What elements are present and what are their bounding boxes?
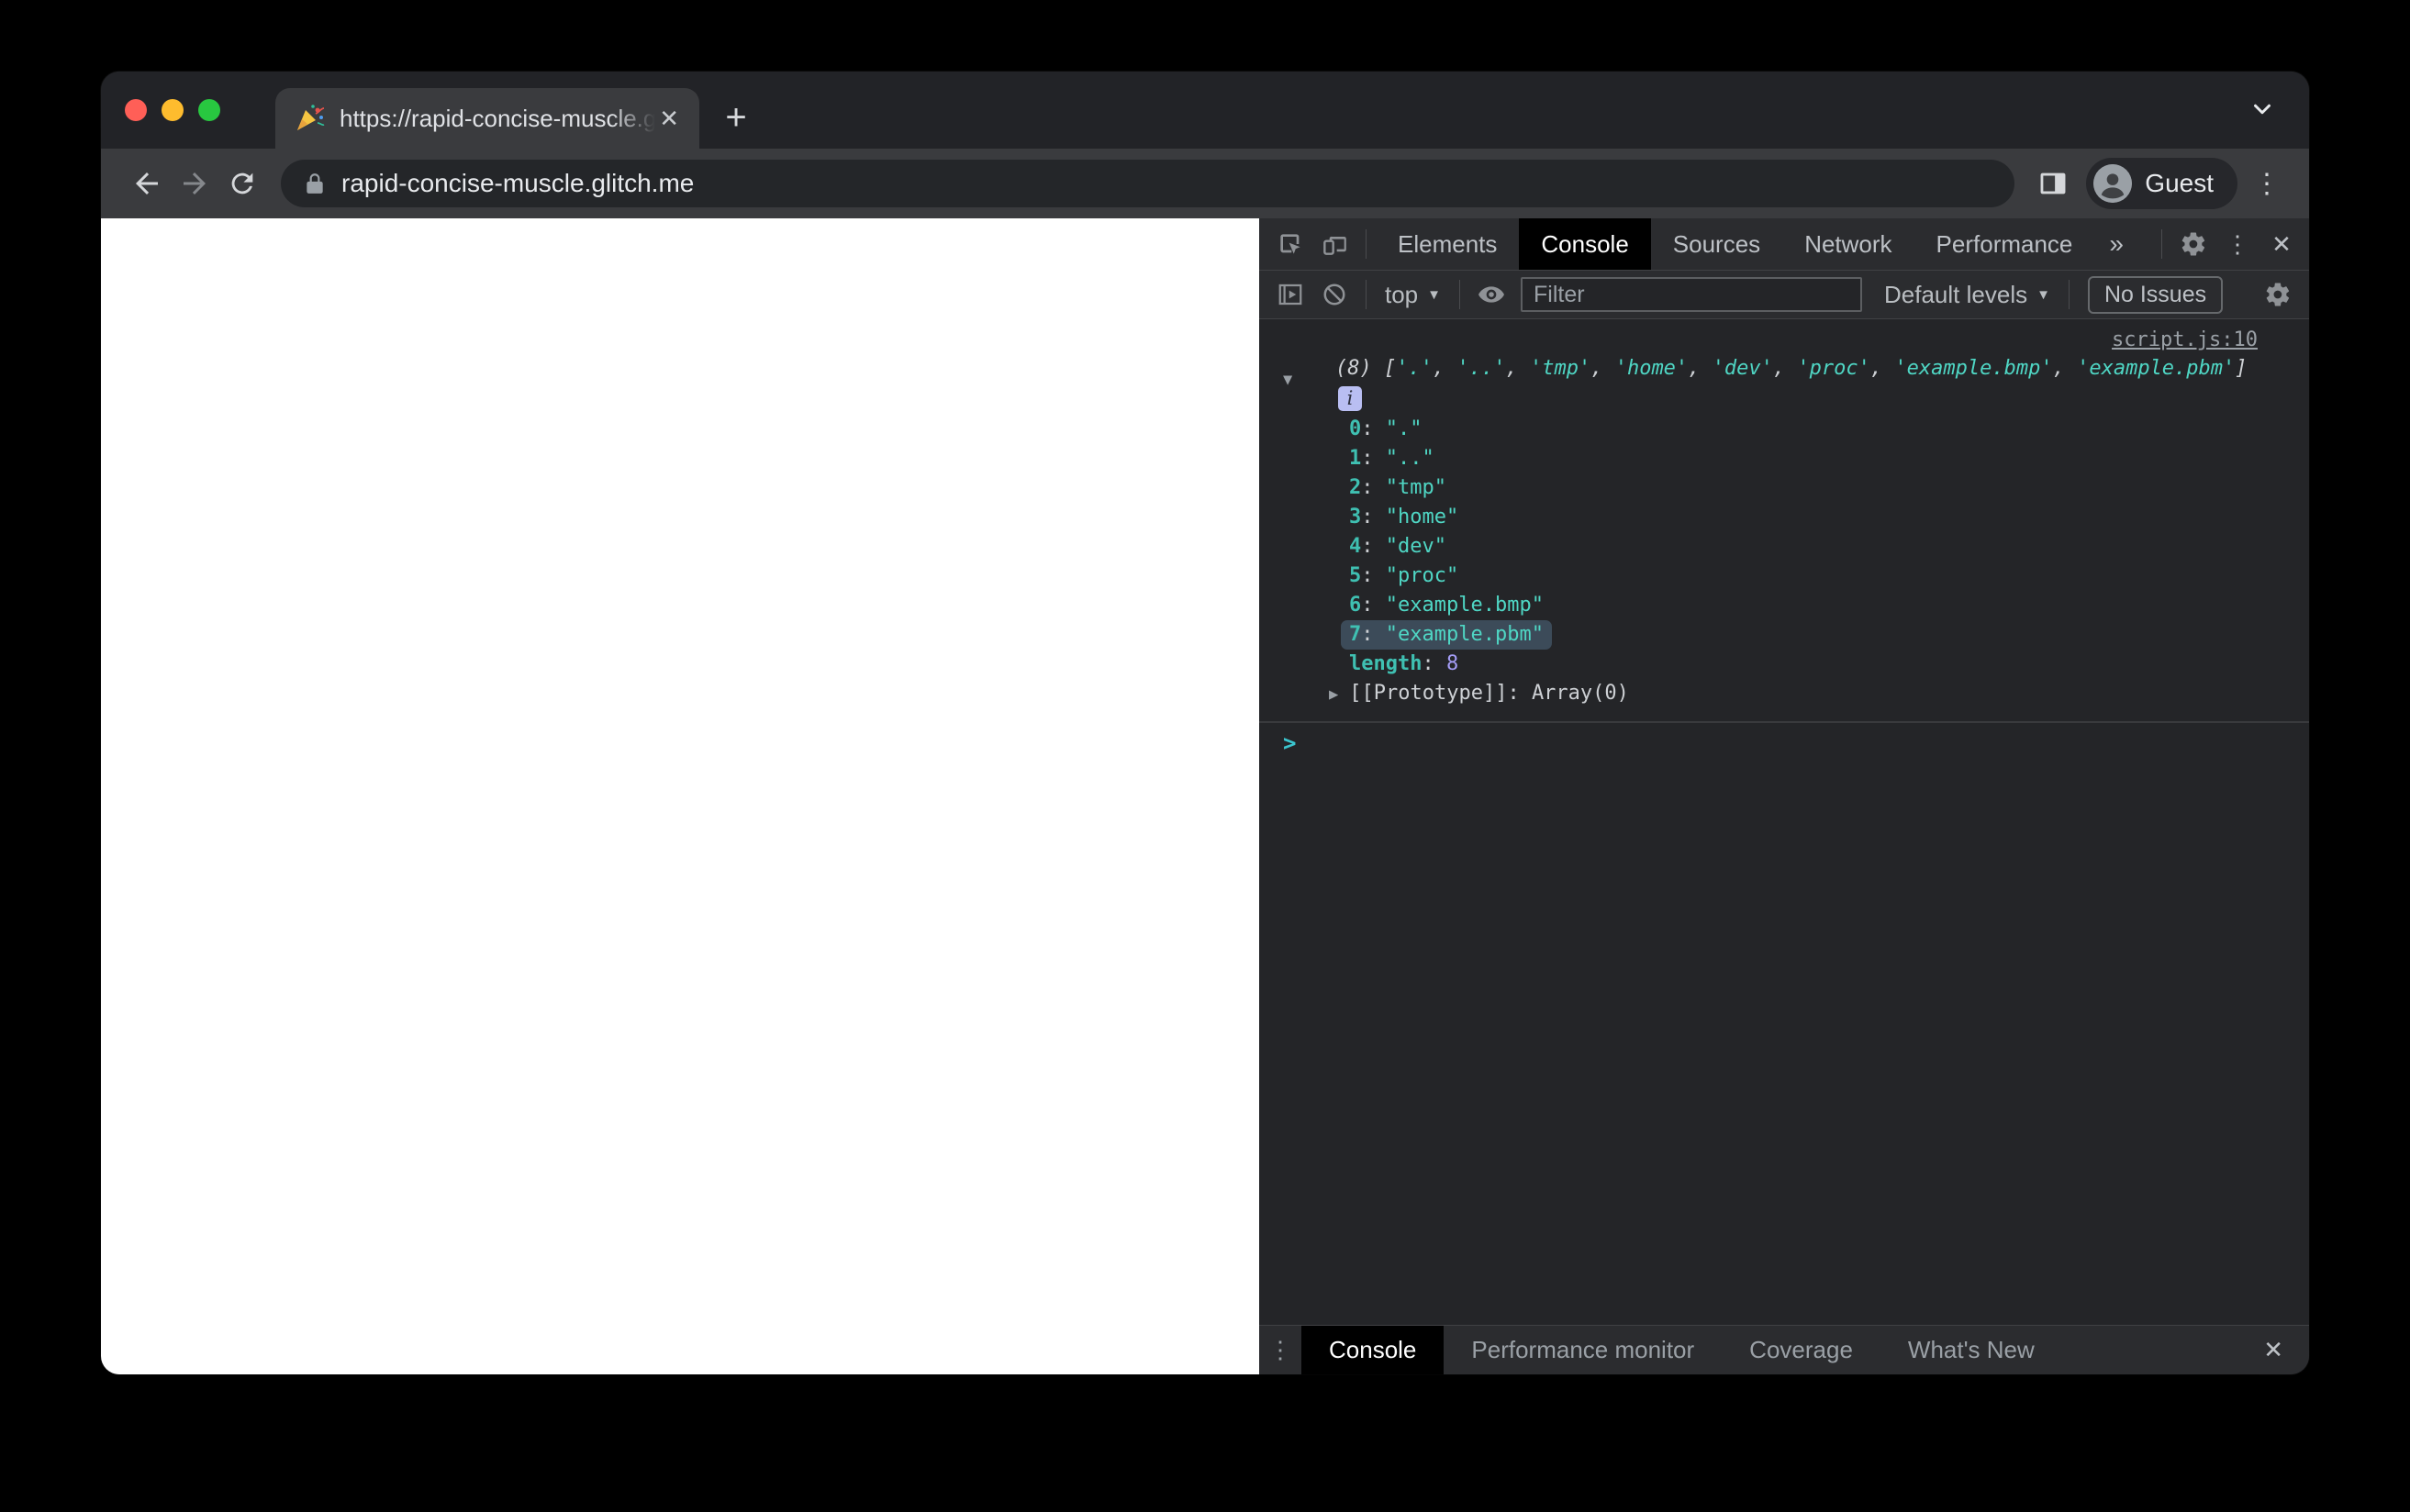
reload-icon[interactable] bbox=[218, 160, 266, 207]
profile-button[interactable]: Guest bbox=[2086, 158, 2237, 209]
minimize-window-button[interactable] bbox=[162, 99, 184, 121]
zoom-window-button[interactable] bbox=[198, 99, 220, 121]
console-source-row: script.js:10 bbox=[1259, 327, 2309, 354]
tab-sources[interactable]: Sources bbox=[1651, 218, 1782, 270]
device-toolbar-icon[interactable] bbox=[1312, 218, 1356, 270]
devtools-panel: Elements Console Sources Network Perform… bbox=[1259, 218, 2309, 1374]
tab-performance[interactable]: Performance bbox=[1914, 218, 2095, 270]
console-array-item: 2: "tmp" bbox=[1349, 476, 1446, 499]
live-expression-eye-icon[interactable] bbox=[1469, 271, 1513, 318]
console-array-item: 5: "proc" bbox=[1349, 564, 1459, 587]
prototype-label: [[Prototype]] bbox=[1349, 682, 1508, 705]
clear-console-icon[interactable] bbox=[1312, 271, 1356, 318]
array-expander-icon[interactable]: ▼ bbox=[1283, 371, 1292, 389]
devtools-close-icon[interactable]: ✕ bbox=[2259, 218, 2304, 270]
browser-toolbar: rapid-concise-muscle.glitch.me Guest ⋮ bbox=[101, 149, 2309, 218]
prompt-chevron-icon: > bbox=[1283, 730, 1297, 756]
forward-icon[interactable] bbox=[171, 160, 218, 207]
console-array-item: 3: "home" bbox=[1349, 506, 1459, 528]
prototype-value: Array(0) bbox=[1531, 682, 1629, 705]
source-link[interactable]: script.js:10 bbox=[2112, 328, 2258, 351]
more-tabs-icon[interactable]: » bbox=[2094, 229, 2138, 259]
party-popper-favicon-icon bbox=[294, 103, 325, 134]
evaluated-value-info-icon: i bbox=[1338, 386, 1362, 411]
console-settings-gear-icon[interactable] bbox=[2256, 271, 2300, 318]
console-sidebar-icon[interactable] bbox=[1268, 271, 1312, 318]
log-levels-label: Default levels bbox=[1884, 280, 2028, 308]
close-window-button[interactable] bbox=[125, 99, 147, 121]
issues-counter[interactable]: No Issues bbox=[2087, 275, 2224, 314]
browser-tab[interactable]: https://rapid-concise-muscle.g ✕ bbox=[275, 88, 699, 149]
console-prompt[interactable]: > bbox=[1259, 723, 2309, 756]
back-icon[interactable] bbox=[123, 160, 171, 207]
prototype-expander-icon[interactable]: ▶ bbox=[1329, 685, 1338, 704]
inspect-element-icon[interactable] bbox=[1268, 218, 1312, 270]
console-array-item: 4: "dev" bbox=[1349, 535, 1446, 558]
divider bbox=[2161, 229, 2162, 259]
tab-network[interactable]: Network bbox=[1782, 218, 1913, 270]
tab-console[interactable]: Console bbox=[1519, 218, 1651, 270]
drawer-close-icon[interactable]: ✕ bbox=[2237, 1336, 2309, 1364]
console-array-item: 1: ".." bbox=[1349, 447, 1434, 470]
browser-menu-kebab-icon[interactable]: ⋮ bbox=[2247, 160, 2287, 207]
avatar-icon bbox=[2093, 164, 2133, 203]
devtools-menu-kebab-icon[interactable]: ⋮ bbox=[2215, 218, 2259, 270]
window-content: Elements Console Sources Network Perform… bbox=[101, 218, 2309, 1374]
url-text: rapid-concise-muscle.glitch.me bbox=[341, 169, 695, 197]
console-array-item: 7: "example.pbm" bbox=[1259, 620, 2309, 650]
console-array-items: 0: "." 1: ".." 2: "tmp" 3: "home" 4: "dev" 5:… bbox=[1259, 415, 2309, 650]
console-array-item: 6: "example.bmp" bbox=[1349, 594, 1544, 617]
tab-strip: https://rapid-concise-muscle.g ✕ + bbox=[101, 72, 2309, 149]
drawer-tab-whats-new[interactable]: What's New bbox=[1880, 1326, 2062, 1374]
drawer-menu-kebab-icon[interactable]: ⋮ bbox=[1259, 1336, 1301, 1364]
profile-label: Guest bbox=[2145, 169, 2214, 197]
context-selector-label: top bbox=[1385, 280, 1419, 308]
console-output[interactable]: script.js:10 ▼ (8) ['.', '..', 'tmp', 'h… bbox=[1259, 319, 2309, 1325]
console-array-preview[interactable]: (8) ['.', '..', 'tmp', 'home', 'dev', 'p… bbox=[1259, 354, 2309, 384]
devtools-tab-bar: Elements Console Sources Network Perform… bbox=[1259, 218, 2309, 271]
filter-input[interactable] bbox=[1521, 277, 1863, 312]
divider bbox=[2068, 280, 2070, 309]
new-tab-button[interactable]: + bbox=[714, 95, 758, 139]
divider bbox=[1459, 280, 1461, 309]
browser-window: https://rapid-concise-muscle.g ✕ + rapid… bbox=[101, 72, 2309, 1374]
console-toolbar: top ▼ Default levels ▼ No Issues bbox=[1259, 271, 2309, 319]
tab-search-chevron-icon[interactable] bbox=[2248, 95, 2276, 123]
tab-close-icon[interactable]: ✕ bbox=[655, 103, 683, 134]
lock-icon[interactable] bbox=[303, 172, 327, 195]
console-array-item: 0: "." bbox=[1349, 417, 1423, 440]
drawer-tab-console[interactable]: Console bbox=[1301, 1326, 1445, 1374]
chevron-down-icon: ▼ bbox=[1427, 286, 1442, 303]
console-log-entry: script.js:10 ▼ (8) ['.', '..', 'tmp', 'h… bbox=[1259, 327, 2309, 708]
array-length-row: length: 8 bbox=[1349, 652, 1459, 675]
length-value: 8 bbox=[1445, 652, 1459, 675]
divider bbox=[1366, 280, 1367, 309]
prototype-row[interactable]: ▶ [[Prototype]]: Array(0) bbox=[1259, 679, 2309, 708]
length-label: length bbox=[1349, 652, 1423, 675]
drawer-tab-coverage[interactable]: Coverage bbox=[1722, 1326, 1880, 1374]
traffic-lights bbox=[101, 72, 275, 149]
page-viewport[interactable] bbox=[101, 218, 1259, 1374]
log-levels-selector[interactable]: Default levels ▼ bbox=[1875, 281, 2059, 309]
drawer-tab-performance-monitor[interactable]: Performance monitor bbox=[1444, 1326, 1722, 1374]
devtools-drawer: ⋮ Console Performance monitor Coverage W… bbox=[1259, 1325, 2309, 1374]
divider bbox=[1366, 229, 1367, 259]
console-info-row: i bbox=[1259, 384, 2309, 415]
address-bar[interactable]: rapid-concise-muscle.glitch.me bbox=[281, 160, 2015, 207]
chevron-down-icon: ▼ bbox=[2036, 286, 2050, 303]
side-panel-icon[interactable] bbox=[2029, 160, 2077, 207]
tab-title: https://rapid-concise-muscle.g bbox=[340, 104, 656, 132]
devtools-settings-gear-icon[interactable] bbox=[2171, 218, 2215, 270]
context-selector[interactable]: top ▼ bbox=[1376, 281, 1450, 309]
tab-elements[interactable]: Elements bbox=[1376, 218, 1519, 270]
devtools-tab-bar-right: ⋮ ✕ bbox=[2152, 218, 2304, 270]
